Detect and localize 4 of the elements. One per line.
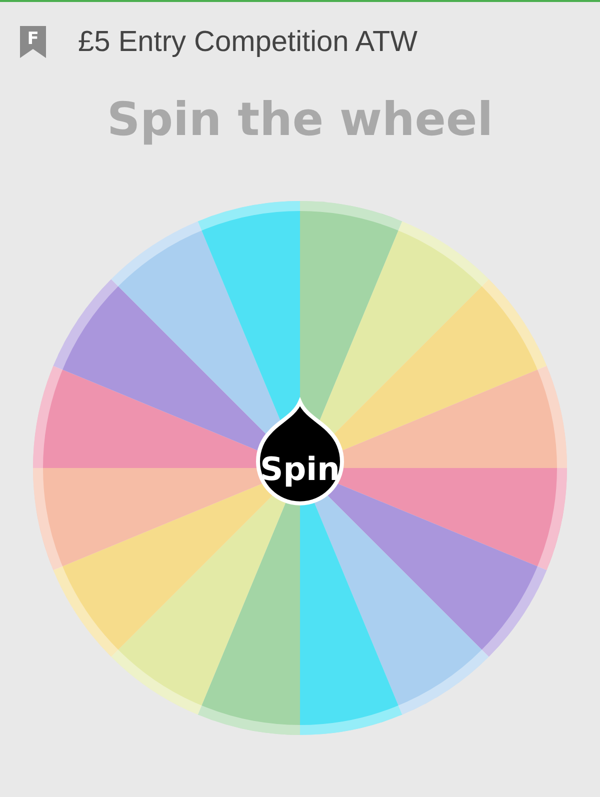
page-title: £5 Entry Competition ATW bbox=[78, 26, 418, 58]
bookmark-logo-icon: F bbox=[18, 24, 48, 60]
heading: Spin the wheel bbox=[107, 92, 493, 146]
spin-button[interactable]: Spin bbox=[256, 400, 344, 506]
